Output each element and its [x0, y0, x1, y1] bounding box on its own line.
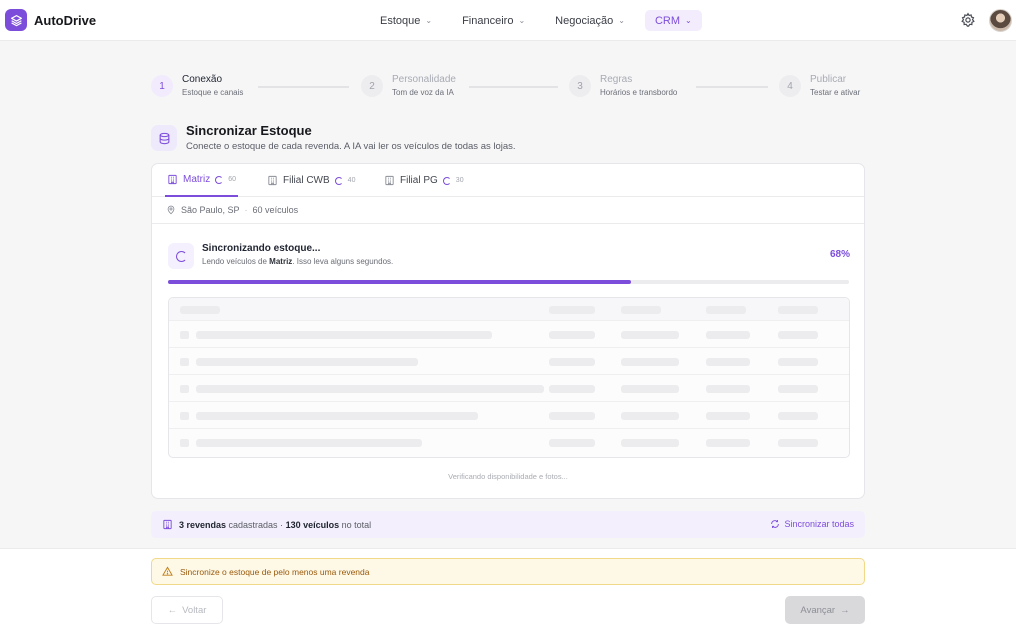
page-title: Sincronizar Estoque	[186, 123, 312, 138]
tab-label: Filial CWB	[283, 175, 330, 186]
page-subtitle: Conecte o estoque de cada revenda. A IA …	[186, 141, 516, 152]
sync-title: Sincronizando estoque...	[202, 243, 321, 254]
step-subtitle: Estoque e canais	[182, 88, 244, 97]
database-icon	[151, 125, 177, 151]
loading-spinner-icon	[215, 175, 224, 184]
tab-count: 30	[455, 177, 464, 184]
step-subtitle: Tom de voz da IA	[392, 88, 454, 97]
nav-item-label: CRM	[654, 14, 680, 27]
store-tabs: Matriz 60 Filial CWB 40 Filial PG 30	[152, 164, 864, 197]
chevron-down-icon: ⌄	[685, 16, 692, 25]
tab-filial-cwb[interactable]: Filial CWB 40	[265, 164, 357, 197]
nav-item-financeiro[interactable]: Financeiro ⌄	[452, 10, 535, 31]
building-icon	[163, 519, 172, 530]
loading-spinner-icon	[168, 243, 194, 269]
chevron-down-icon: ⌄	[518, 16, 526, 25]
layers-icon	[5, 9, 27, 31]
sync-all-button[interactable]: Sincronizar todas	[770, 519, 854, 529]
building-icon	[385, 175, 394, 186]
back-label: Voltar	[182, 604, 207, 616]
building-icon	[168, 174, 177, 185]
nav-item-negociacao[interactable]: Negociação ⌄	[545, 10, 635, 31]
verifying-text: Verificando disponibilidade e fotos...	[448, 472, 568, 481]
nav-item-label: Estoque	[380, 14, 421, 27]
avatar[interactable]	[989, 9, 1012, 32]
sync-status: Sincronizando estoque... Lendo veículos …	[168, 239, 850, 273]
wizard-stepper: 1 Conexão Estoque e canais 2 Personalida…	[151, 74, 865, 102]
step-title: Personalidade	[392, 74, 456, 85]
footer: Sincronize o estoque de pelo menos uma r…	[0, 548, 1016, 635]
back-button[interactable]: ← Voltar	[151, 596, 223, 624]
step-number: 3	[569, 75, 591, 97]
location-city: São Paulo, SP	[181, 205, 240, 215]
nav-item-estoque[interactable]: Estoque ⌄	[370, 10, 442, 31]
store-location: São Paulo, SP · 60 veículos	[152, 197, 864, 224]
arrow-left-icon: ←	[167, 604, 178, 616]
gear-icon[interactable]	[960, 12, 976, 28]
skeleton-row	[169, 429, 849, 456]
step-number: 1	[151, 75, 173, 97]
sync-description: Lendo veículos de Matriz. Isso leva algu…	[202, 257, 394, 266]
inventory-card: Matriz 60 Filial CWB 40 Filial PG 30 São…	[151, 163, 865, 499]
chevron-down-icon: ⌄	[425, 16, 433, 25]
progress-fill	[168, 280, 632, 284]
arrow-right-icon: →	[840, 604, 850, 616]
nav-item-label: Financeiro	[462, 14, 514, 27]
tab-count: 40	[347, 177, 356, 184]
building-icon	[268, 175, 277, 186]
step-number: 4	[779, 75, 801, 97]
tab-filial-pg[interactable]: Filial PG 30	[382, 164, 466, 197]
step-connector	[469, 86, 558, 88]
step-publicar[interactable]: 4 Publicar Testar e ativar	[779, 74, 860, 99]
map-pin-icon	[167, 205, 175, 215]
separator: ·	[244, 205, 248, 215]
step-connector	[258, 86, 349, 88]
nav-item-label: Negociação	[555, 14, 614, 27]
sync-all-label: Sincronizar todas	[784, 519, 854, 529]
alert-text: Sincronize o estoque de pelo menos uma r…	[180, 566, 370, 577]
app-name: AutoDrive	[34, 12, 97, 28]
section-header: Sincronizar Estoque Conecte o estoque de…	[151, 123, 516, 153]
loading-spinner-icon	[334, 176, 343, 185]
next-button[interactable]: Avançar →	[785, 596, 865, 624]
step-connector	[696, 86, 768, 88]
main-nav: Estoque ⌄ Financeiro ⌄ Negociação ⌄ CRM …	[370, 10, 702, 31]
chevron-down-icon: ⌄	[618, 16, 625, 25]
step-title: Conexão	[182, 74, 223, 85]
location-vehicles: 60 veículos	[252, 205, 299, 215]
step-subtitle: Testar e ativar	[810, 88, 861, 97]
summary-bar: 3 revendas cadastradas · 130 veículos no…	[151, 511, 865, 538]
sync-progress-bar	[168, 280, 849, 284]
skeleton-row	[169, 348, 849, 375]
skeleton-row	[169, 402, 849, 429]
tab-label: Filial PG	[400, 175, 438, 186]
tab-label: Matriz	[183, 174, 211, 185]
warning-alert: Sincronize o estoque de pelo menos uma r…	[151, 558, 865, 585]
loading-spinner-icon	[442, 176, 451, 185]
step-conexao[interactable]: 1 Conexão Estoque e canais	[151, 74, 243, 99]
brand[interactable]: AutoDrive	[5, 9, 96, 31]
summary-text: 3 revendas cadastradas · 130 veículos no…	[179, 519, 372, 530]
tab-matriz[interactable]: Matriz 60	[165, 164, 239, 197]
skeleton-table	[168, 297, 850, 458]
top-bar: AutoDrive Estoque ⌄ Financeiro ⌄ Negocia…	[0, 0, 1016, 41]
sync-percent: 68%	[829, 249, 850, 260]
next-label: Avançar	[800, 604, 836, 616]
skeleton-header-row	[169, 298, 849, 321]
skeleton-row	[169, 375, 849, 402]
step-regras[interactable]: 3 Regras Horários e transbordo	[569, 74, 677, 99]
step-personalidade[interactable]: 2 Personalidade Tom de voz da IA	[361, 74, 456, 99]
step-title: Publicar	[810, 74, 847, 85]
step-title: Regras	[600, 74, 633, 85]
nav-item-crm[interactable]: CRM ⌄	[644, 10, 702, 31]
refresh-icon	[771, 520, 780, 528]
skeleton-row	[169, 321, 849, 348]
tab-count: 60	[228, 176, 237, 183]
step-number: 2	[361, 75, 383, 97]
step-subtitle: Horários e transbordo	[600, 88, 678, 97]
warning-icon	[162, 566, 173, 576]
